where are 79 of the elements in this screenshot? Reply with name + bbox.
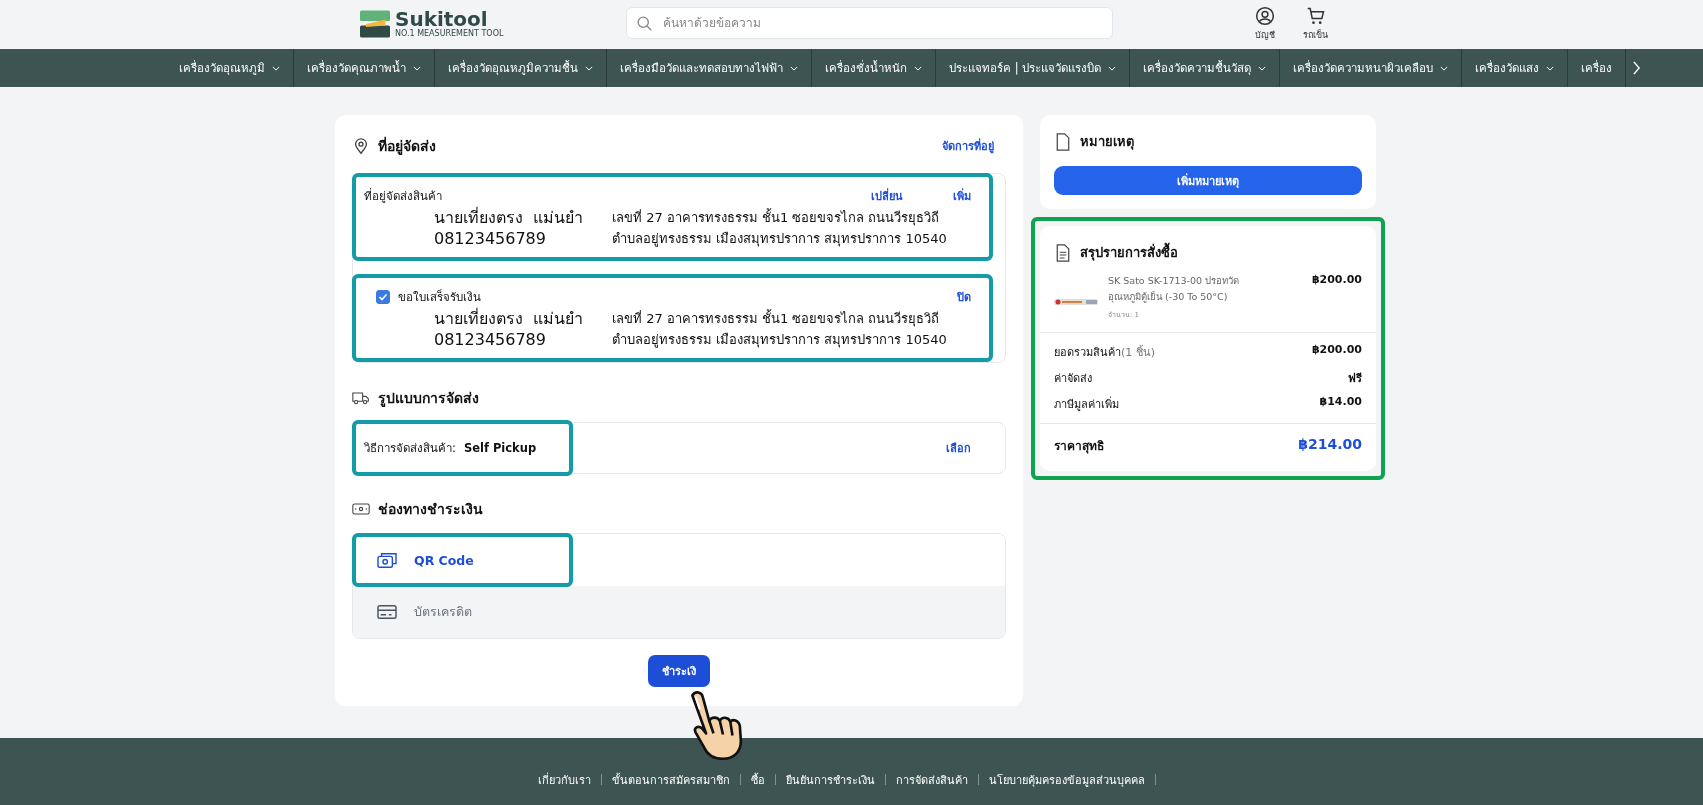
account-icon xyxy=(1255,6,1275,26)
document-lines-icon xyxy=(1054,243,1072,262)
document-icon xyxy=(1054,132,1072,151)
section-title: ที่อยู่จัดส่ง xyxy=(378,135,436,157)
footer-link[interactable]: ยืนยันการชำระเงิน xyxy=(785,770,875,789)
logo-name: Sukitool xyxy=(395,9,488,29)
add-note-button[interactable]: เพิ่มหมายเหตุ xyxy=(1054,166,1362,195)
summary-value: ฿14.00 xyxy=(1319,395,1362,410)
summary-label: ยอดรวมสินค้า(1 ชิ้น) xyxy=(1054,344,1156,361)
header-action[interactable]: รถเข็น xyxy=(1303,6,1328,42)
address-line: ตำบลอยู่ทรงธรรม เมืองสมุทรปราการ สมุทรปราการ 10540 xyxy=(612,331,947,350)
shipping-method-label: วิธีการจัดส่งสินค้า: xyxy=(364,440,456,457)
address-line: เลขที่ 27 อาคารทรงธรรม ชั้น1 ซอยขจรไกล ถนนวีรยุธวิถี xyxy=(612,207,941,228)
location-pin-icon xyxy=(352,137,370,155)
caret-icon xyxy=(1440,65,1449,71)
nav-menu-item[interactable]: เครื่องวัดอุณหภูมิ xyxy=(166,49,294,87)
footer-link[interactable]: นโยบายคุ้มครองข้อมูลส่วนบุคคล xyxy=(988,770,1145,789)
search-field[interactable]: ค้นหาด้วยข้อความ xyxy=(626,7,1113,39)
caret-icon xyxy=(790,65,798,71)
section-title: สรุปรายการสั่งซื้อ xyxy=(1080,242,1178,263)
recipient-phone: 08123456789 xyxy=(434,228,547,249)
caret-icon xyxy=(1546,65,1555,71)
recipient-name: นายเที่ยงตรง แม่นยำ xyxy=(434,207,585,228)
cart-icon xyxy=(1305,6,1326,26)
pay-button[interactable]: ชำระเงิ xyxy=(648,655,710,687)
credit-card-icon xyxy=(376,603,398,621)
total-value: ฿214.00 xyxy=(1298,436,1362,454)
total-label: ราคาสุทธิ xyxy=(1054,438,1104,455)
section-title: รูปแบบการจัดส่ง xyxy=(378,389,479,409)
nav-menu-item[interactable]: เครื่องวัดอุณหภูมิความชื้น xyxy=(435,49,607,87)
nav-menu-item[interactable]: ประแจทอร์ค | ประแจวัดแรงบิด xyxy=(936,49,1131,87)
section-title: หมายเหตุ xyxy=(1080,133,1134,152)
footer-link[interactable]: ขั้นตอนการสมัครสมาชิก xyxy=(611,770,730,789)
nav-menu-item[interactable]: เครื่องวัดแสง xyxy=(1462,49,1569,87)
header-action[interactable]: บัญชี xyxy=(1255,6,1275,42)
address-label: ที่อยู่จัดส่งสินค้า xyxy=(364,187,442,205)
truck-icon xyxy=(352,389,370,407)
chevron-right-icon[interactable] xyxy=(1632,61,1642,75)
receipt-label: ขอใบเสร็จรับเงิน xyxy=(398,288,481,306)
caret-icon xyxy=(1258,65,1267,71)
summary-label: ภาษีมูลค่าเพิ่ม xyxy=(1054,395,1119,413)
receipt-checkbox[interactable] xyxy=(376,290,390,304)
caret-icon xyxy=(585,65,593,71)
footer-link[interactable]: การจัดส่งสินค้า xyxy=(895,770,968,789)
nav-menu-item[interactable]: เครื่องมือวัดและทดสอบทางไฟฟ้า xyxy=(607,49,812,87)
caret-icon xyxy=(1108,65,1117,71)
shipping-method-value: Self Pickup xyxy=(463,441,537,455)
caret-icon xyxy=(914,65,922,71)
nav-menu-item[interactable]: เครื่องวัดความหนาผิวเคลือบ xyxy=(1280,49,1463,87)
payment-option[interactable]: QR Code xyxy=(352,533,573,587)
address-link[interactable]: เพิ่ม xyxy=(953,187,971,205)
manage-address-link[interactable]: จัดการที่อยู่ xyxy=(942,137,994,155)
recipient-phone: 08123456789 xyxy=(434,329,547,350)
nav-menu-item[interactable]: เครื่องวัดคุณภาพน้ำ xyxy=(294,49,435,87)
product-price: ฿200.00 xyxy=(1311,273,1362,286)
caret-icon xyxy=(272,65,280,71)
caret-icon xyxy=(413,65,421,71)
address-link[interactable]: เปลี่ยน xyxy=(871,187,903,205)
nav-menu-item[interactable]: เครื่องชั่งน้ำหนัก xyxy=(812,49,936,87)
section-title: ช่องทางชำระเงิน xyxy=(378,500,483,519)
logo-tagline: NO.1 MEASUREMENT TOOL xyxy=(395,29,504,38)
nav-menu-item[interactable]: เครื่องวัดความชื้นวัสดุ xyxy=(1130,49,1281,87)
search-icon xyxy=(636,15,653,32)
product-name: SK Sato SK-1713-00 ปรอทวัด อุณหภูมิตู้เย็น (-30 To 50°C) xyxy=(1108,274,1241,305)
summary-value: ฿200.00 xyxy=(1311,343,1362,358)
choose-link[interactable]: เลือก xyxy=(946,439,971,457)
recipient-name: นายเที่ยงตรง แม่นยำ xyxy=(434,308,585,329)
address-line: เลขที่ 27 อาคารทรงธรรม ชั้น1 ซอยขจรไกล ถนนวีรยุธวิถี xyxy=(612,308,941,329)
address-line: ตำบลอยู่ทรงธรรม เมืองสมุทรปราการ สมุทรปราการ 10540 xyxy=(612,230,947,249)
nav-menu-item[interactable]: เครื่อง xyxy=(1568,49,1627,87)
close-link[interactable]: ปิด xyxy=(957,288,971,306)
footer-link[interactable]: ซื้อ xyxy=(750,770,765,789)
logo-icon xyxy=(360,9,390,38)
check-icon xyxy=(377,291,389,303)
summary-label: ค่าจัดส่ง xyxy=(1054,371,1092,387)
banknote-icon xyxy=(352,500,370,518)
summary-value: ฟรี xyxy=(1348,371,1362,387)
footer-link[interactable]: เกี่ยวกับเรา xyxy=(537,770,591,789)
camera-icon xyxy=(376,551,398,569)
